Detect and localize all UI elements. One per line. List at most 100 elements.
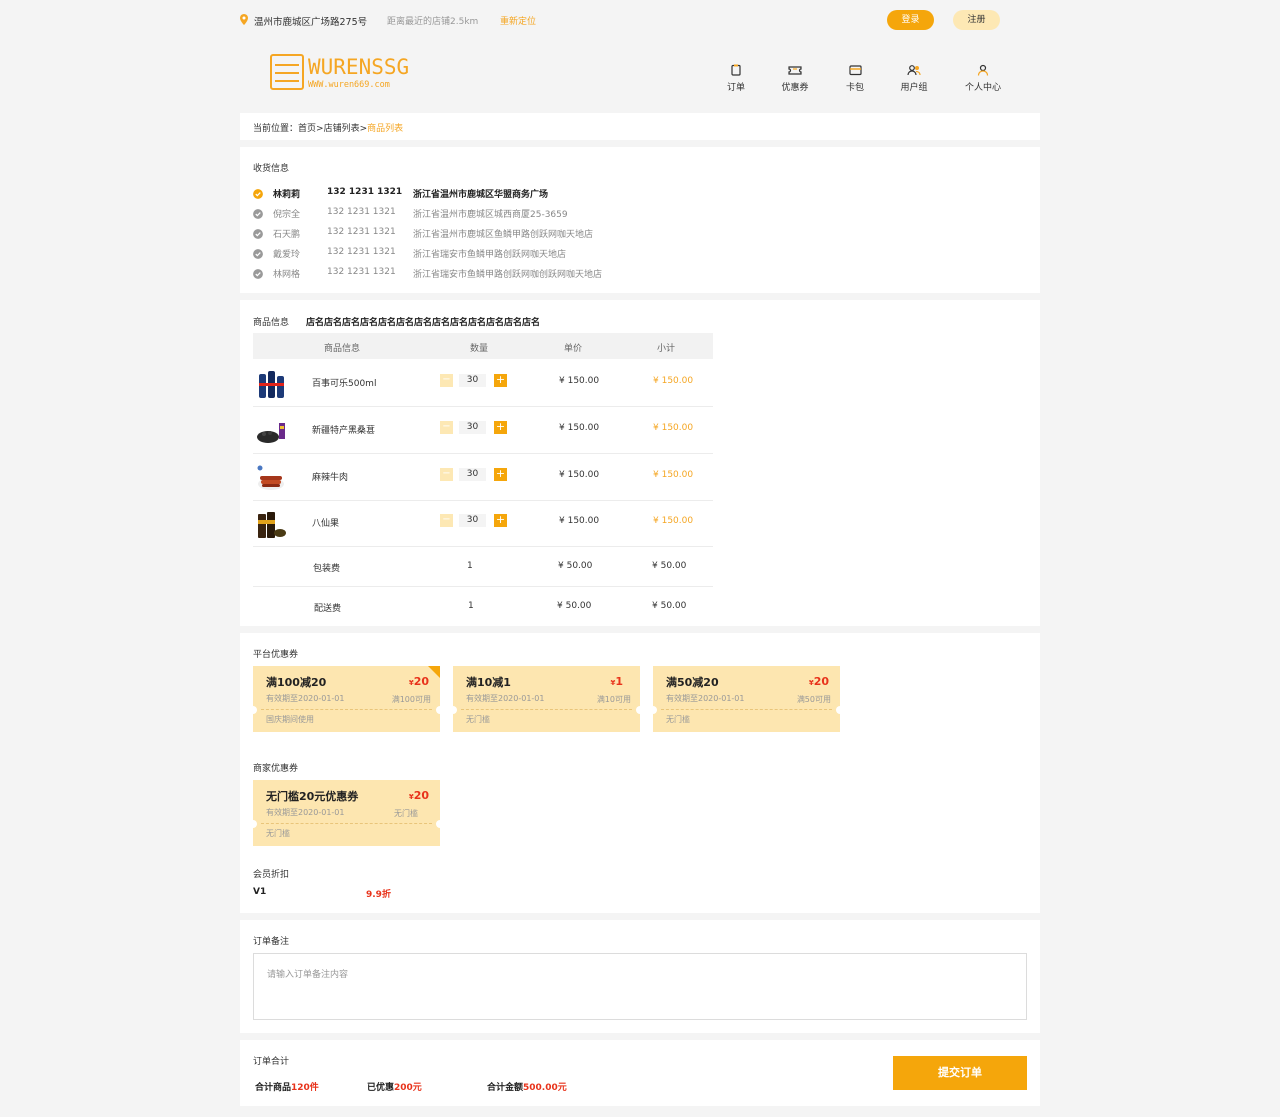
coupon-card[interactable]: 无门槛20元优惠券 ¥20 有效期至2020-01-01 无门槛 无门槛 [253, 780, 440, 846]
fee-row: 包装费 1 ¥ 50.00 ¥ 50.00 [253, 547, 713, 587]
coupon-card[interactable]: 满10减1 ¥1 有效期至2020-01-01 满10可用 无门槛 [453, 666, 640, 732]
quantity-decrease-button[interactable]: − [440, 468, 453, 481]
nav-label: 个人中心 [964, 83, 1001, 93]
coupon-amount: ¥20 [409, 789, 429, 802]
address-item[interactable]: 戴爱玲 132 1231 1321 浙江省瑞安市鱼鳞甲路创跃网咖天地店 [253, 247, 953, 261]
fee-price: ¥ 50.00 [558, 561, 593, 571]
section-title: 平台优惠券 [253, 650, 299, 660]
total-saved-label: 已优惠 [367, 1083, 395, 1093]
item-subtotal: ¥ 150.00 [653, 516, 694, 526]
item-subtotal: ¥ 150.00 [653, 470, 694, 480]
coupon-note: 无门槛 [666, 715, 690, 724]
user-icon [977, 64, 989, 76]
total-goods-label: 合计商品 [255, 1083, 292, 1093]
order-remark-input[interactable] [253, 953, 1027, 1020]
nav-orders[interactable]: 订单 [706, 64, 766, 93]
coupon-notch [436, 706, 440, 714]
receiver-phone: 132 1231 1321 [327, 187, 403, 197]
nav-coupons[interactable]: 优惠券 [765, 64, 825, 93]
product-image [255, 368, 287, 400]
coupon-card[interactable]: 满50减20 ¥20 有效期至2020-01-01 满50可用 无门槛 [653, 666, 840, 732]
address-item[interactable]: 林网格 132 1231 1321 浙江省瑞安市鱼鳞甲路创跃网咖创跃网咖天地店 [253, 267, 953, 281]
column-header: 商品信息 [324, 344, 361, 354]
login-button[interactable]: 登录 [887, 10, 934, 30]
quantity-value[interactable]: 30 [459, 514, 486, 527]
relocate-link[interactable]: 重新定位 [500, 14, 536, 27]
coupon-divider [661, 709, 832, 710]
goods-table-header: 商品信息 数量 单价 小计 [253, 333, 713, 359]
total-saved: 已优惠200元 [367, 1080, 422, 1093]
quantity-increase-button[interactable]: + [494, 374, 507, 387]
fee-price: ¥ 50.00 [557, 601, 592, 611]
product-image [255, 462, 287, 494]
coupon-title: 无门槛20元优惠券 [266, 790, 359, 803]
coupon-condition: 无门槛 [394, 809, 418, 818]
receiver-name: 林莉莉 [273, 190, 301, 200]
section-title: 收货信息 [253, 164, 290, 174]
fee-name: 包装费 [313, 564, 341, 574]
quantity-increase-button[interactable]: + [494, 468, 507, 481]
breadcrumb-home[interactable]: 首页 [298, 124, 316, 134]
receiver-phone: 132 1231 1321 [327, 227, 396, 237]
receiver-name: 林网格 [273, 270, 301, 280]
receiver-address: 浙江省温州市鹿城区城西商厦25-3659 [413, 210, 568, 220]
quantity-increase-button[interactable]: + [494, 514, 507, 527]
unit-price: ¥ 150.00 [559, 376, 600, 386]
quantity-increase-button[interactable]: + [494, 421, 507, 434]
coupon-notch [453, 706, 457, 714]
coupon-amount: ¥20 [809, 675, 829, 688]
receiver-phone: 132 1231 1321 [327, 207, 396, 217]
shop-name: 店名店名店名店名店名店名店名店名店名店名店名店名店名 [306, 318, 541, 328]
nav-personal-center[interactable]: 个人中心 [953, 64, 1013, 93]
item-subtotal: ¥ 150.00 [653, 423, 694, 433]
coupon-value: 1 [615, 675, 623, 688]
quantity-decrease-button[interactable]: − [440, 514, 453, 527]
coupon-expiry: 有效期至2020-01-01 [266, 694, 345, 703]
breadcrumb: 当前位置：首页>店铺列表>商品列表 [240, 113, 1040, 140]
breadcrumb-shop-list[interactable]: 店铺列表 [324, 124, 360, 134]
coupon-condition: 满10可用 [596, 695, 631, 704]
check-circle-icon [253, 189, 263, 199]
unit-price: ¥ 150.00 [559, 423, 600, 433]
fee-qty: 1 [467, 561, 473, 571]
register-button[interactable]: 注册 [953, 10, 1000, 30]
product-name: 新疆特产黑桑葚 [312, 426, 376, 436]
selected-corner-icon [428, 666, 440, 678]
address-item[interactable]: 倪宗全 132 1231 1321 浙江省温州市鹿城区城西商厦25-3659 [253, 207, 953, 221]
goods-row: 新疆特产黑桑葚 − 30 + ¥ 150.00 ¥ 150.00 [253, 407, 713, 454]
logo-url: WWW.wuren669.com [308, 80, 390, 90]
logo-title: WURENSSG [308, 55, 410, 79]
product-image [255, 415, 287, 447]
coupon-amount: ¥20 [409, 675, 429, 688]
member-discount: 9.9折 [366, 890, 391, 900]
product-name: 百事可乐500ml [312, 379, 377, 389]
check-circle-icon [253, 209, 263, 219]
current-address: 温州市鹿城区广场路275号 [254, 17, 368, 28]
coupon-notch [653, 706, 657, 714]
quantity-decrease-button[interactable]: − [440, 374, 453, 387]
item-subtotal: ¥ 150.00 [653, 376, 694, 386]
total-amount-label: 合计金额 [487, 1083, 524, 1093]
nav-user-group[interactable]: 用户组 [884, 64, 944, 93]
nav-wallet[interactable]: 卡包 [825, 64, 885, 93]
address-item[interactable]: 林莉莉 132 1231 1321 浙江省温州市鹿城区华盟商务广场 [253, 187, 953, 201]
total-amount-value: 500.00元 [523, 1083, 567, 1093]
column-header: 单价 [564, 344, 583, 354]
coupon-title: 满10减1 [466, 676, 511, 689]
coupon-notch [836, 706, 840, 714]
member-level: V1 [253, 887, 267, 897]
receiver-address: 浙江省温州市鹿城区华盟商务广场 [413, 190, 549, 200]
nearest-shop-distance: 距离最近的店铺2.5km [387, 17, 479, 27]
address-section: 收货信息 林莉莉 132 1231 1321 浙江省温州市鹿城区华盟商务广场 倪… [240, 147, 1040, 293]
quantity-value[interactable]: 30 [459, 468, 486, 481]
quantity-value[interactable]: 30 [459, 421, 486, 434]
submit-order-button[interactable]: 提交订单 [893, 1056, 1027, 1090]
product-image [255, 508, 287, 540]
coupon-card[interactable]: 满100减20 ¥20 有效期至2020-01-01 满100可用 国庆期间使用 [253, 666, 440, 732]
quantity-decrease-button[interactable]: − [440, 421, 453, 434]
column-header: 小计 [657, 344, 676, 354]
quantity-value[interactable]: 30 [459, 374, 486, 387]
address-item[interactable]: 石天鹏 132 1231 1321 浙江省温州市鹿城区鱼鳞甲路创跃网咖天地店 [253, 227, 953, 241]
coupon-expiry: 有效期至2020-01-01 [266, 808, 345, 817]
coupon-value: 20 [813, 675, 829, 688]
